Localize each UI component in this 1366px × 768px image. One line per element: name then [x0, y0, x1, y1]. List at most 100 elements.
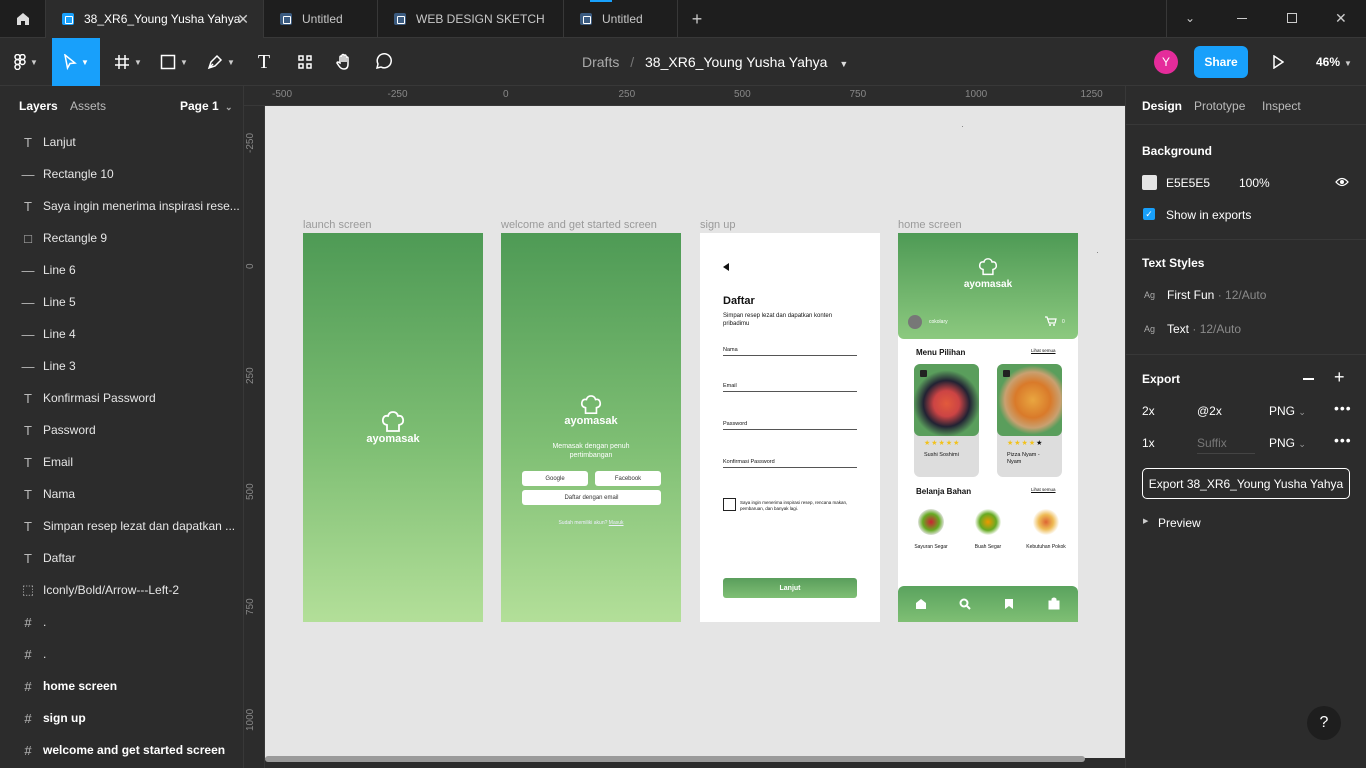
tiny-frame-2[interactable] [1097, 252, 1098, 253]
tab-web-design-sketch[interactable]: WEB DESIGN SKETCH [378, 0, 564, 38]
tiny-frame-1[interactable] [962, 126, 963, 127]
bookmark-icon[interactable] [920, 370, 927, 377]
tab-inspect[interactable]: Inspect [1262, 99, 1301, 113]
email-signup-button[interactable]: Daftar dengan email [522, 490, 661, 505]
horizontal-scrollbar[interactable] [265, 756, 1085, 762]
layer-row[interactable]: # home screen [0, 670, 243, 702]
staples-icon[interactable] [1033, 509, 1059, 535]
close-tab-icon[interactable]: ✕ [237, 11, 249, 28]
show-in-exports-checkbox[interactable]: ✓ [1143, 208, 1155, 220]
export-button[interactable]: Export 38_XR6_Young Yusha Yahya [1142, 468, 1350, 499]
vegetables-icon[interactable] [918, 509, 944, 535]
home-button[interactable] [0, 0, 46, 38]
confirm-password-field[interactable]: Konfirmasi Password [723, 459, 857, 468]
layer-row[interactable]: # welcome and get started screen [0, 734, 243, 766]
frame-launch-screen[interactable]: ayomasak [303, 233, 483, 622]
search-nav-icon[interactable] [959, 598, 971, 610]
layer-row[interactable]: T Konfirmasi Password [0, 382, 243, 414]
consent-checkbox[interactable] [723, 498, 736, 511]
layer-row[interactable]: — Line 6 [0, 254, 243, 286]
dish-card-sushi[interactable]: ★★★★★ Sushi Soshimi [914, 364, 979, 477]
user-avatar[interactable] [908, 315, 922, 329]
layer-row[interactable]: □ Rectangle 9 [0, 222, 243, 254]
zoom-dropdown[interactable]: 46% ▼ [1316, 55, 1352, 69]
layer-row[interactable]: — Rectangle 10 [0, 158, 243, 190]
frame-label-signup[interactable]: sign up [700, 219, 735, 231]
export-settings-icon[interactable]: ••• [1334, 400, 1352, 416]
layer-row[interactable]: T Daftar [0, 542, 243, 574]
hand-tool-button[interactable] [330, 38, 358, 86]
add-export-icon[interactable]: + [1334, 368, 1345, 386]
tab-design[interactable]: Design [1142, 99, 1182, 113]
new-tab-button[interactable]: + [678, 0, 716, 38]
tab-file-active[interactable]: 38_XR6_Young Yusha Yahya ✕ [46, 0, 264, 38]
layer-row[interactable]: — Line 3 [0, 350, 243, 382]
file-name[interactable]: 38_XR6_Young Yusha Yahya [645, 54, 827, 70]
continue-button[interactable]: Lanjut [723, 578, 857, 598]
move-tool-button[interactable]: ▼ [52, 38, 100, 86]
minimize-icon[interactable] [1237, 18, 1247, 19]
layer-row[interactable]: T Saya ingin menerima inspirasi rese... [0, 190, 243, 222]
google-button[interactable]: Google [522, 471, 588, 486]
frame-home-screen[interactable]: ayomasak cokolary 0 Menu Pilihan Lihat s… [898, 233, 1078, 622]
canvas[interactable]: launch screen ayomasak welcome and get s… [265, 106, 1125, 758]
export-settings-icon[interactable]: ••• [1334, 432, 1352, 448]
tab-assets[interactable]: Assets [70, 99, 106, 113]
shape-tool-button[interactable]: ▼ [154, 38, 194, 86]
frame-label-welcome[interactable]: welcome and get started screen [501, 219, 657, 231]
layer-row[interactable]: — Line 5 [0, 286, 243, 318]
chevron-down-icon[interactable]: ▼ [839, 59, 848, 69]
menu-see-all-link[interactable]: Lihat semua [1031, 348, 1056, 353]
share-button[interactable]: Share [1194, 46, 1248, 78]
main-menu-button[interactable]: ▼ [6, 38, 46, 86]
home-nav-icon[interactable] [915, 598, 927, 610]
shop-see-all-link[interactable]: Lihat semua [1031, 487, 1056, 492]
cart-icon[interactable] [1045, 316, 1057, 326]
chevron-down-icon[interactable]: ⌄ [1185, 11, 1195, 25]
text-style-item[interactable]: Text · 12/Auto [1167, 322, 1241, 336]
arrow-left-icon[interactable] [722, 263, 730, 271]
breadcrumb-drafts[interactable]: Drafts [582, 54, 619, 70]
close-window-icon[interactable]: ✕ [1335, 10, 1347, 27]
page-selector[interactable]: Page 1 ⌄ [180, 99, 233, 113]
dish-card-pizza[interactable]: ★★★★★ Pizza Nyam - Nyam [997, 364, 1062, 477]
layer-row[interactable]: #. [0, 606, 243, 638]
tab-prototype[interactable]: Prototype [1194, 99, 1245, 113]
layer-row[interactable]: T Email [0, 446, 243, 478]
resources-button[interactable] [290, 38, 320, 86]
chevron-right-icon[interactable]: ▶ [1143, 517, 1148, 525]
pen-tool-button[interactable]: ▼ [200, 38, 242, 86]
help-button[interactable]: ? [1307, 706, 1341, 740]
export-scale[interactable]: 2x [1142, 404, 1155, 418]
tab-untitled-1[interactable]: Untitled [264, 0, 378, 38]
fruits-icon[interactable] [975, 509, 1001, 535]
layer-row[interactable]: T Lanjut [0, 126, 243, 158]
maximize-icon[interactable] [1287, 13, 1297, 23]
layer-row[interactable]: — Line 4 [0, 318, 243, 350]
background-opacity[interactable]: 100% [1239, 176, 1270, 190]
comment-tool-button[interactable] [368, 38, 398, 86]
frame-label-launch[interactable]: launch screen [303, 219, 372, 231]
bookmark-nav-icon[interactable] [1004, 598, 1014, 610]
layer-row[interactable]: T Nama [0, 478, 243, 510]
email-field[interactable]: Email [723, 383, 857, 392]
preview-toggle[interactable]: Preview [1158, 516, 1201, 530]
background-swatch[interactable] [1142, 175, 1157, 190]
layer-row[interactable]: T Simpan resep lezat dan dapatkan ... [0, 510, 243, 542]
layer-row[interactable]: #. [0, 638, 243, 670]
frame-sign-up[interactable]: Daftar Simpan resep lezat dan dapatkan k… [700, 233, 880, 622]
tab-layers[interactable]: Layers [19, 99, 58, 113]
export-scale[interactable]: 1x [1142, 436, 1155, 450]
bag-nav-icon[interactable] [1048, 597, 1060, 610]
layer-row[interactable]: T Password [0, 414, 243, 446]
avatar[interactable]: Y [1154, 50, 1178, 74]
frame-welcome-screen[interactable]: ayomasak Memasak dengan penuh pertimbang… [501, 233, 681, 622]
remove-export-icon[interactable] [1303, 378, 1314, 380]
text-tool-button[interactable]: T [250, 38, 278, 86]
frame-label-home[interactable]: home screen [898, 219, 962, 231]
tab-untitled-2[interactable]: Untitled [564, 0, 678, 38]
background-hex[interactable]: E5E5E5 [1166, 176, 1210, 190]
export-format[interactable]: PNG ⌄ [1269, 436, 1306, 450]
password-field[interactable]: Password [723, 421, 857, 430]
export-format[interactable]: PNG ⌄ [1269, 404, 1306, 418]
